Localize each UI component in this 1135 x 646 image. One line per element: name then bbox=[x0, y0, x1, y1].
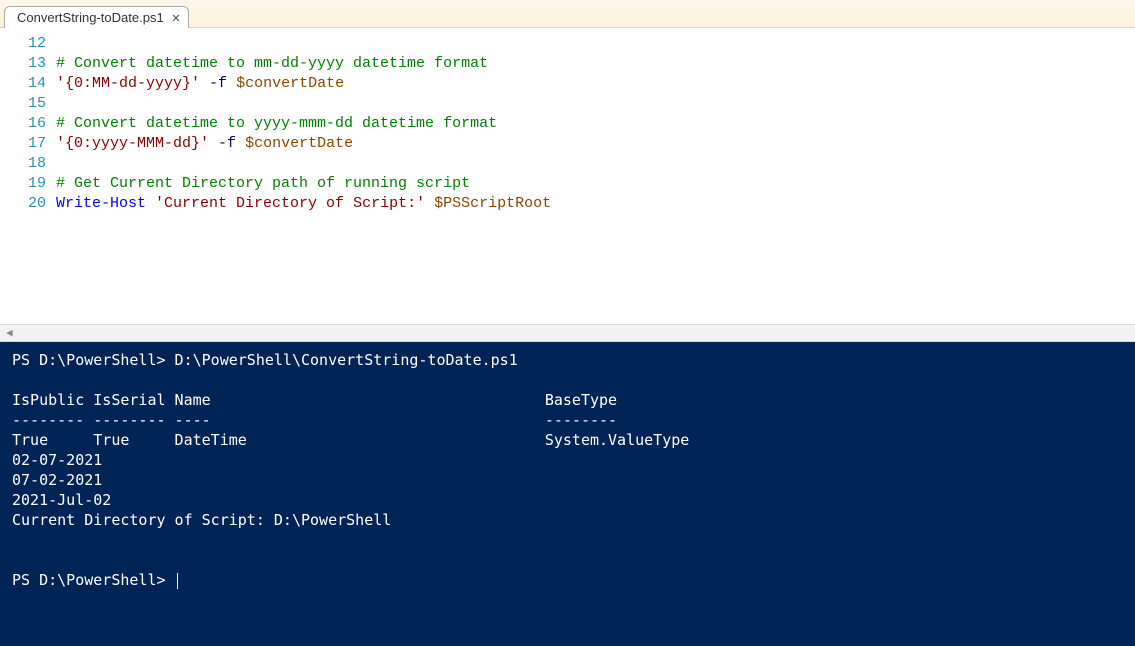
code-line bbox=[56, 34, 1135, 54]
line-number: 12 bbox=[0, 34, 46, 54]
close-icon[interactable]: ✕ bbox=[172, 11, 180, 25]
code-line: '{0:MM-dd-yyyy}' -f $convertDate bbox=[56, 74, 1135, 94]
console-line: 07-02-2021 bbox=[12, 470, 1123, 490]
line-number: 14 bbox=[0, 74, 46, 94]
console-line: PS D:\PowerShell> D:\PowerShell\ConvertS… bbox=[12, 350, 1123, 370]
line-number: 20 bbox=[0, 194, 46, 214]
code-area[interactable]: # Convert datetime to mm-dd-yyyy datetim… bbox=[56, 34, 1135, 214]
tab-bar: ConvertString-toDate.ps1 ✕ bbox=[0, 0, 1135, 28]
tab-title: ConvertString-toDate.ps1 bbox=[17, 10, 164, 25]
horizontal-scrollbar[interactable]: ◀ bbox=[0, 324, 1135, 342]
console-line bbox=[12, 370, 1123, 390]
line-number: 15 bbox=[0, 94, 46, 114]
code-line: # Get Current Directory path of running … bbox=[56, 174, 1135, 194]
cursor bbox=[177, 573, 178, 589]
console-line: IsPublic IsSerial Name BaseType bbox=[12, 390, 1123, 410]
line-number: 19 bbox=[0, 174, 46, 194]
code-line: # Convert datetime to yyyy-mmm-dd dateti… bbox=[56, 114, 1135, 134]
console-line bbox=[12, 530, 1123, 550]
code-line: Write-Host 'Current Directory of Script:… bbox=[56, 194, 1135, 214]
line-gutter: 121314151617181920 bbox=[0, 34, 56, 214]
code-line bbox=[56, 154, 1135, 174]
code-line: '{0:yyyy-MMM-dd}' -f $convertDate bbox=[56, 134, 1135, 154]
line-number: 13 bbox=[0, 54, 46, 74]
console-line: PS D:\PowerShell> bbox=[12, 570, 1123, 590]
code-line: # Convert datetime to mm-dd-yyyy datetim… bbox=[56, 54, 1135, 74]
terminal-output[interactable]: PS D:\PowerShell> D:\PowerShell\ConvertS… bbox=[0, 342, 1135, 646]
console-line: 02-07-2021 bbox=[12, 450, 1123, 470]
line-number: 18 bbox=[0, 154, 46, 174]
console-line: True True DateTime System.ValueType bbox=[12, 430, 1123, 450]
console-line: -------- -------- ---- -------- bbox=[12, 410, 1123, 430]
code-line bbox=[56, 94, 1135, 114]
line-number: 17 bbox=[0, 134, 46, 154]
console-line bbox=[12, 550, 1123, 570]
console-line: 2021-Jul-02 bbox=[12, 490, 1123, 510]
chevron-left-icon[interactable]: ◀ bbox=[6, 326, 13, 340]
line-number: 16 bbox=[0, 114, 46, 134]
code-editor[interactable]: 121314151617181920 # Convert datetime to… bbox=[0, 28, 1135, 324]
file-tab[interactable]: ConvertString-toDate.ps1 ✕ bbox=[4, 6, 189, 28]
console-line: Current Directory of Script: D:\PowerShe… bbox=[12, 510, 1123, 530]
